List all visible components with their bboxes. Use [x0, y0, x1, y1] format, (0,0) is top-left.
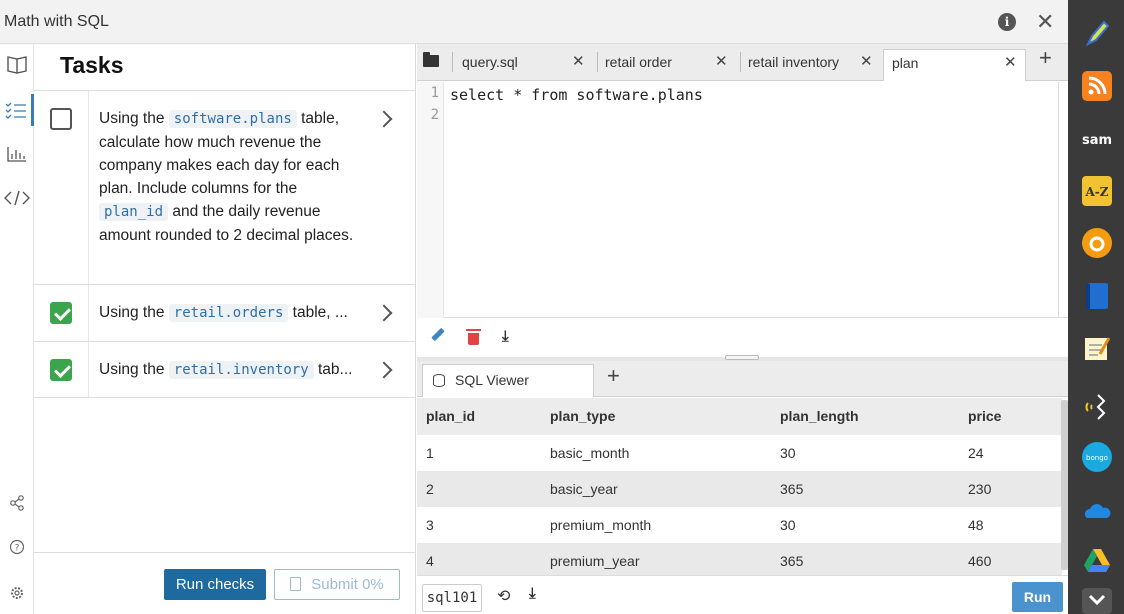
splitter-handle[interactable]	[725, 355, 759, 360]
svg-text:A-Z: A-Z	[1084, 185, 1108, 199]
editor-tab-bar: query.sql ✕ retail order ✕ retail invent…	[417, 44, 1068, 81]
tasks-panel: Tasks Using the software.plans table, ca…	[34, 44, 416, 614]
pen-app-icon[interactable]	[1082, 18, 1112, 48]
task-text: Using the software.plans table, calculat…	[99, 110, 354, 244]
task-text: Using the retail.orders table, ...	[99, 304, 348, 322]
info-icon[interactable]: i	[998, 13, 1016, 31]
results-scrollbar[interactable]	[1061, 400, 1068, 570]
checklist-icon[interactable]	[0, 100, 34, 120]
task-text: Using the retail.inventory tab...	[99, 361, 353, 379]
orange-app-icon[interactable]	[1082, 228, 1112, 258]
table-row: 3 premium_month 30 48	[426, 517, 984, 533]
bar-chart-icon[interactable]	[0, 144, 34, 164]
task-checkbox-checked[interactable]	[50, 359, 72, 381]
tasks-heading: Tasks	[60, 52, 124, 78]
rss-app-icon[interactable]	[1082, 71, 1112, 101]
google-drive-app-icon[interactable]	[1082, 546, 1112, 576]
query-bottom-bar: sql101 ⟲ ⤓ Run	[417, 575, 1068, 614]
window-title: Math with SQL	[4, 12, 109, 30]
title-bar: Math with SQL i ✕	[0, 0, 1068, 44]
table-row: 1 basic_month 30 24	[426, 445, 984, 461]
download-results-icon[interactable]: ⤓	[529, 585, 536, 602]
tab-retail-order[interactable]: retail order ✕	[605, 49, 735, 81]
task-checkbox-checked[interactable]	[50, 302, 72, 324]
left-rail: ?	[0, 44, 34, 614]
close-tab-icon[interactable]: ✕	[1004, 50, 1017, 76]
bongo-app-icon[interactable]: bongo	[1082, 442, 1112, 472]
results-table: plan_id plan_type plan_length price 1 ba…	[417, 398, 1062, 575]
viewer-tab-bar: SQL Viewer +	[417, 361, 1068, 397]
code-line[interactable]: select * from software.plans	[450, 84, 703, 106]
table-header: plan_id plan_type plan_length price	[417, 398, 1062, 435]
settings-icon[interactable]	[0, 583, 34, 603]
task-item[interactable]: Using the retail.orders table, ...	[34, 284, 416, 341]
add-viewer-tab-button[interactable]: +	[607, 363, 620, 389]
voice-app-icon[interactable]	[1082, 391, 1112, 421]
app-dock: sam A-Z bongo	[1068, 0, 1124, 614]
download-icon[interactable]: ⤓	[502, 328, 509, 345]
table-row: 4 premium_year 365 460	[417, 543, 1062, 575]
tab-plan[interactable]: plan ✕	[883, 49, 1026, 81]
close-tab-icon[interactable]: ✕	[572, 49, 585, 75]
task-item[interactable]: Using the retail.inventory tab...	[34, 341, 416, 398]
close-tab-icon[interactable]: ✕	[860, 49, 873, 75]
notepad-app-icon[interactable]	[1082, 334, 1112, 364]
close-icon[interactable]: ✕	[1036, 9, 1054, 35]
run-button[interactable]: Run	[1012, 582, 1063, 612]
line-numbers: 1 2	[417, 82, 444, 318]
database-selector[interactable]: sql101	[422, 584, 482, 612]
help-icon[interactable]: ?	[0, 537, 34, 557]
chevron-down-icon[interactable]	[1082, 588, 1112, 614]
svg-text:sam: sam	[1082, 133, 1112, 148]
onedrive-app-icon[interactable]	[1082, 496, 1112, 526]
task-item[interactable]: Using the software.plans table, calculat…	[34, 90, 416, 284]
code-icon[interactable]	[0, 188, 34, 208]
tab-sql-viewer[interactable]: SQL Viewer	[422, 364, 594, 397]
code-editor[interactable]: 1 2 select * from software.plans	[417, 82, 1068, 318]
dictionary-app-icon[interactable]: A-Z	[1082, 176, 1112, 206]
folder-icon[interactable]	[423, 52, 439, 67]
svg-text:?: ?	[15, 544, 20, 554]
add-tab-button[interactable]: +	[1039, 45, 1052, 71]
book-icon[interactable]	[0, 54, 34, 74]
edit-icon[interactable]	[431, 327, 445, 342]
tab-query-sql[interactable]: query.sql ✕	[462, 49, 592, 81]
run-checks-button[interactable]: Run checks	[164, 569, 266, 600]
sam-app-icon[interactable]: sam	[1082, 124, 1112, 154]
book-app-icon[interactable]	[1082, 281, 1112, 311]
history-icon[interactable]: ⟲	[497, 586, 510, 606]
task-checkbox[interactable]	[50, 108, 72, 130]
delete-icon[interactable]	[466, 329, 481, 345]
document-icon	[290, 577, 302, 591]
table-row: 2 basic_year 365 230	[417, 471, 1062, 507]
share-icon[interactable]	[0, 493, 34, 513]
chevron-right-icon[interactable]	[375, 361, 393, 379]
tab-retail-inventory[interactable]: retail inventory ✕	[748, 49, 878, 81]
editor-toolbar: ⤓	[417, 319, 1068, 357]
close-tab-icon[interactable]: ✕	[715, 49, 728, 75]
chevron-right-icon[interactable]	[375, 304, 393, 322]
submit-button[interactable]: Submit 0%	[274, 569, 400, 600]
chevron-right-icon[interactable]	[375, 110, 393, 128]
database-icon	[433, 374, 445, 387]
svg-text:bongo: bongo	[1086, 454, 1108, 462]
